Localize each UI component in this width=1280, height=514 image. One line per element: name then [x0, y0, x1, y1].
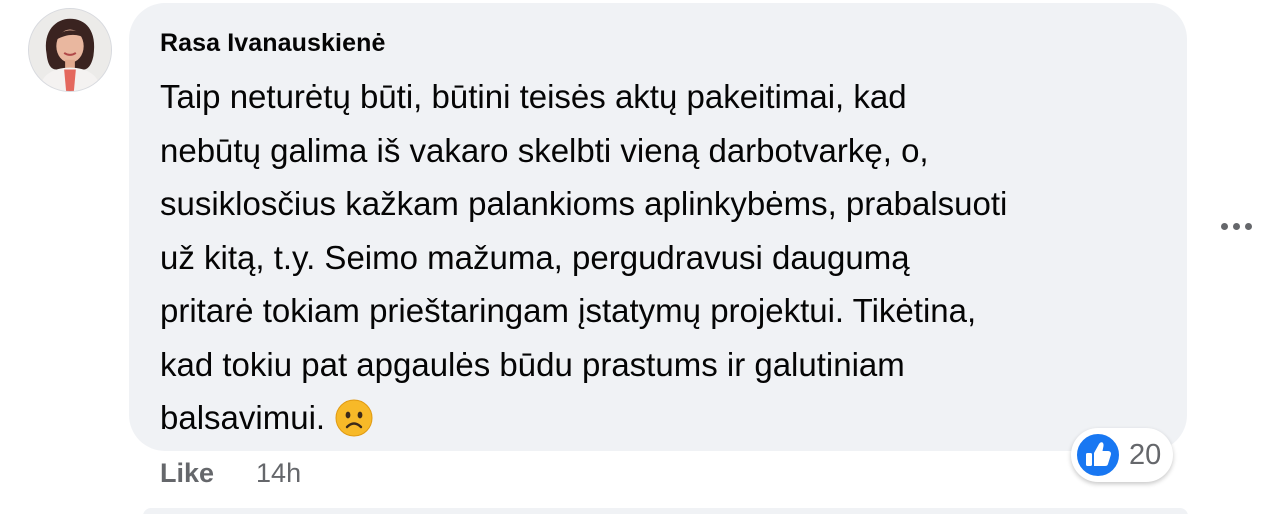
frowning-face-emoji-icon	[335, 399, 373, 437]
like-button[interactable]: Like	[160, 458, 214, 489]
comment-last-line: balsavimui.	[160, 391, 1160, 445]
more-options-button[interactable]	[1216, 210, 1256, 242]
reactions-summary[interactable]: 20	[1071, 428, 1174, 482]
next-comment-bubble-edge	[143, 508, 1188, 514]
like-thumbs-up-icon	[1075, 432, 1121, 478]
comment-author[interactable]: Rasa Ivanauskienė	[160, 29, 385, 58]
comment-timestamp[interactable]: 14h	[256, 458, 301, 489]
more-options-icon	[1220, 222, 1228, 230]
more-options-icon	[1244, 222, 1252, 230]
profile-photo-icon	[29, 9, 111, 91]
reaction-count: 20	[1129, 438, 1162, 471]
comment-line: Taip neturėtų būti, būtini teisės aktų p…	[160, 78, 907, 115]
comment-line: už kitą, t.y. Seimo mažuma, pergudravusi…	[160, 238, 910, 276]
more-options-icon	[1232, 222, 1240, 230]
comment-text: Taip neturėtų būti, būtini teisės aktų p…	[160, 70, 1160, 445]
comment-line: nebūtų galima iš vakaro skelbti vieną da…	[160, 131, 929, 169]
comment: Rasa Ivanauskienė Taip neturėtų būti, bū…	[0, 0, 1280, 514]
comment-line: balsavimui.	[160, 399, 326, 436]
author-avatar[interactable]	[28, 8, 112, 92]
comment-actions: Like 14h	[160, 458, 301, 489]
comment-line: susiklosčius kažkam palankioms aplinkybė…	[160, 185, 1008, 222]
comment-line: pritarė tokiam prieštaringam įstatymų pr…	[160, 292, 977, 329]
comment-line: kad tokiu pat apgaulės būdu prastums ir …	[160, 345, 905, 383]
